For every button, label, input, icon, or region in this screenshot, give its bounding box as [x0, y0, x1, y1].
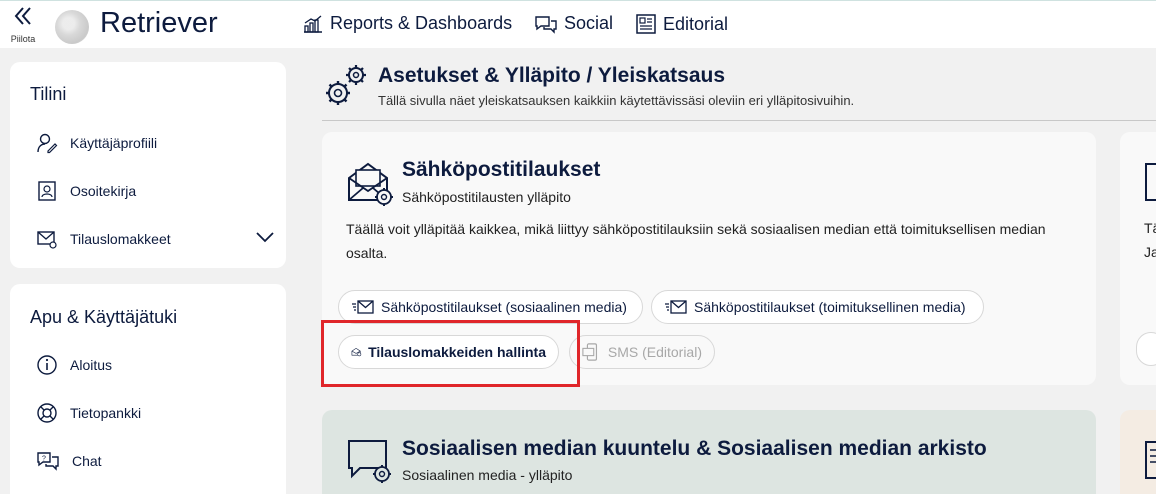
nav-reports-dashboards[interactable]: Reports & Dashboards: [302, 13, 512, 34]
email-settings-icon: [348, 162, 393, 206]
sidebar-item-user-profile[interactable]: Käyttäjäprofiili: [36, 132, 157, 154]
chat-question-icon: ?: [37, 452, 59, 471]
sidebar-item-knowledge-base[interactable]: Tietopankki: [36, 402, 141, 424]
sidebar-item-label: Tilauslomakkeet: [70, 231, 171, 247]
sidebar-item-address-book[interactable]: Osoitekirja: [36, 180, 136, 202]
nav-editorial[interactable]: Editorial: [635, 13, 728, 35]
lifebuoy-icon: [37, 403, 57, 423]
send-mail-icon: [352, 300, 374, 314]
divider: [322, 120, 1156, 121]
nav-label: Editorial: [663, 13, 729, 34]
button-label: Sähköpostitilaukset (toimituksellinen me…: [694, 299, 966, 315]
partial-card-text: Tä: [1144, 220, 1156, 236]
email-card-subtitle: Sähköpostitilausten ylläpito: [402, 189, 571, 205]
sidebar-heading-help: Apu & Käyttäjätuki: [30, 307, 178, 327]
nav-social[interactable]: Social: [534, 13, 613, 34]
chevron-down-icon[interactable]: [256, 231, 274, 243]
sidebar-item-label: Aloitus: [70, 357, 113, 373]
highlight-box: [321, 320, 580, 387]
logo-text[interactable]: Retriever: [100, 7, 218, 40]
page-subtitle: Tällä sivulla näet yleiskatsauksen kaikk…: [378, 93, 855, 108]
sidebar-item-label: Chat: [72, 453, 102, 469]
settings-gears-icon: [326, 65, 366, 105]
sidebar-item-subscription-forms[interactable]: Tilauslomakkeet: [36, 228, 274, 250]
partial-card-button[interactable]: [1136, 332, 1156, 366]
bar-chart-icon: [304, 15, 322, 33]
sidebar-help-panel: Apu & Käyttäjätuki Aloitus Tietopankki ?…: [10, 284, 286, 494]
chat-bubbles-icon: [535, 15, 557, 34]
email-subscriptions-editorial-button[interactable]: Sähköpostitilaukset (toimituksellinen me…: [651, 290, 984, 324]
sidebar-item-label: Käyttäjäprofiili: [70, 135, 158, 151]
email-card-title: Sähköpostitilaukset: [402, 158, 601, 181]
sms-editorial-button[interactable]: SMS (Editorial): [569, 335, 715, 369]
top-bar: Piilota Retriever Reports & Dashboards S…: [0, 0, 1156, 48]
social-card-subtitle: Sosiaalinen media - ylläpito: [402, 467, 573, 483]
partial-card-right-bottom: [1120, 410, 1156, 494]
email-card-description-line: osalta.: [346, 245, 388, 261]
email-card-description-line: Täällä voit ylläpitää kaikkea, mikä liit…: [346, 221, 1046, 237]
info-icon: [37, 355, 57, 375]
sidebar-heading-account: Tilini: [30, 84, 67, 104]
page-title: Asetukset & Ylläpito / Yleiskatsaus: [378, 64, 726, 87]
send-mail-icon: [665, 300, 687, 314]
sidebar-item-getting-started[interactable]: Aloitus: [36, 354, 112, 376]
button-label: Sähköpostitilaukset (sosiaalinen media): [381, 299, 627, 315]
newspaper-icon: [636, 14, 656, 34]
document-icon: [1145, 441, 1156, 479]
sidebar-item-label: Tietopankki: [70, 405, 142, 421]
sidebar-item-chat[interactable]: ? Chat: [36, 450, 102, 472]
collapse-label: Piilota: [10, 34, 36, 44]
nav-label: Social: [564, 13, 614, 33]
partial-card-text: Ja: [1144, 244, 1156, 260]
document-icon: [1145, 163, 1156, 201]
sidebar-account-panel: Tilini Käyttäjäprofiili Osoitekirja Tila…: [10, 62, 286, 268]
retriever-logo-icon: [55, 10, 89, 44]
partial-card-right: Tä Ja: [1120, 132, 1156, 385]
sidebar-item-label: Osoitekirja: [70, 183, 137, 199]
svg-text:?: ?: [42, 456, 46, 463]
double-chevron-left-icon: [12, 7, 34, 32]
chat-settings-icon: [348, 440, 391, 483]
mail-settings-icon: [37, 231, 57, 249]
nav-label: Reports & Dashboards: [330, 13, 513, 33]
address-book-icon: [38, 181, 56, 201]
social-card-title: Sosiaalisen median kuuntelu & Sosiaalise…: [402, 437, 987, 460]
button-label: SMS (Editorial): [607, 344, 702, 360]
email-card-description: Täällä voit ylläpitää kaikkea, mikä liit…: [346, 217, 1086, 265]
email-subscriptions-social-button[interactable]: Sähköpostitilaukset (sosiaalinen media): [338, 290, 643, 324]
collapse-sidebar-button[interactable]: Piilota: [8, 5, 38, 44]
user-edit-icon: [37, 133, 58, 154]
phone-message-icon: [582, 343, 598, 361]
